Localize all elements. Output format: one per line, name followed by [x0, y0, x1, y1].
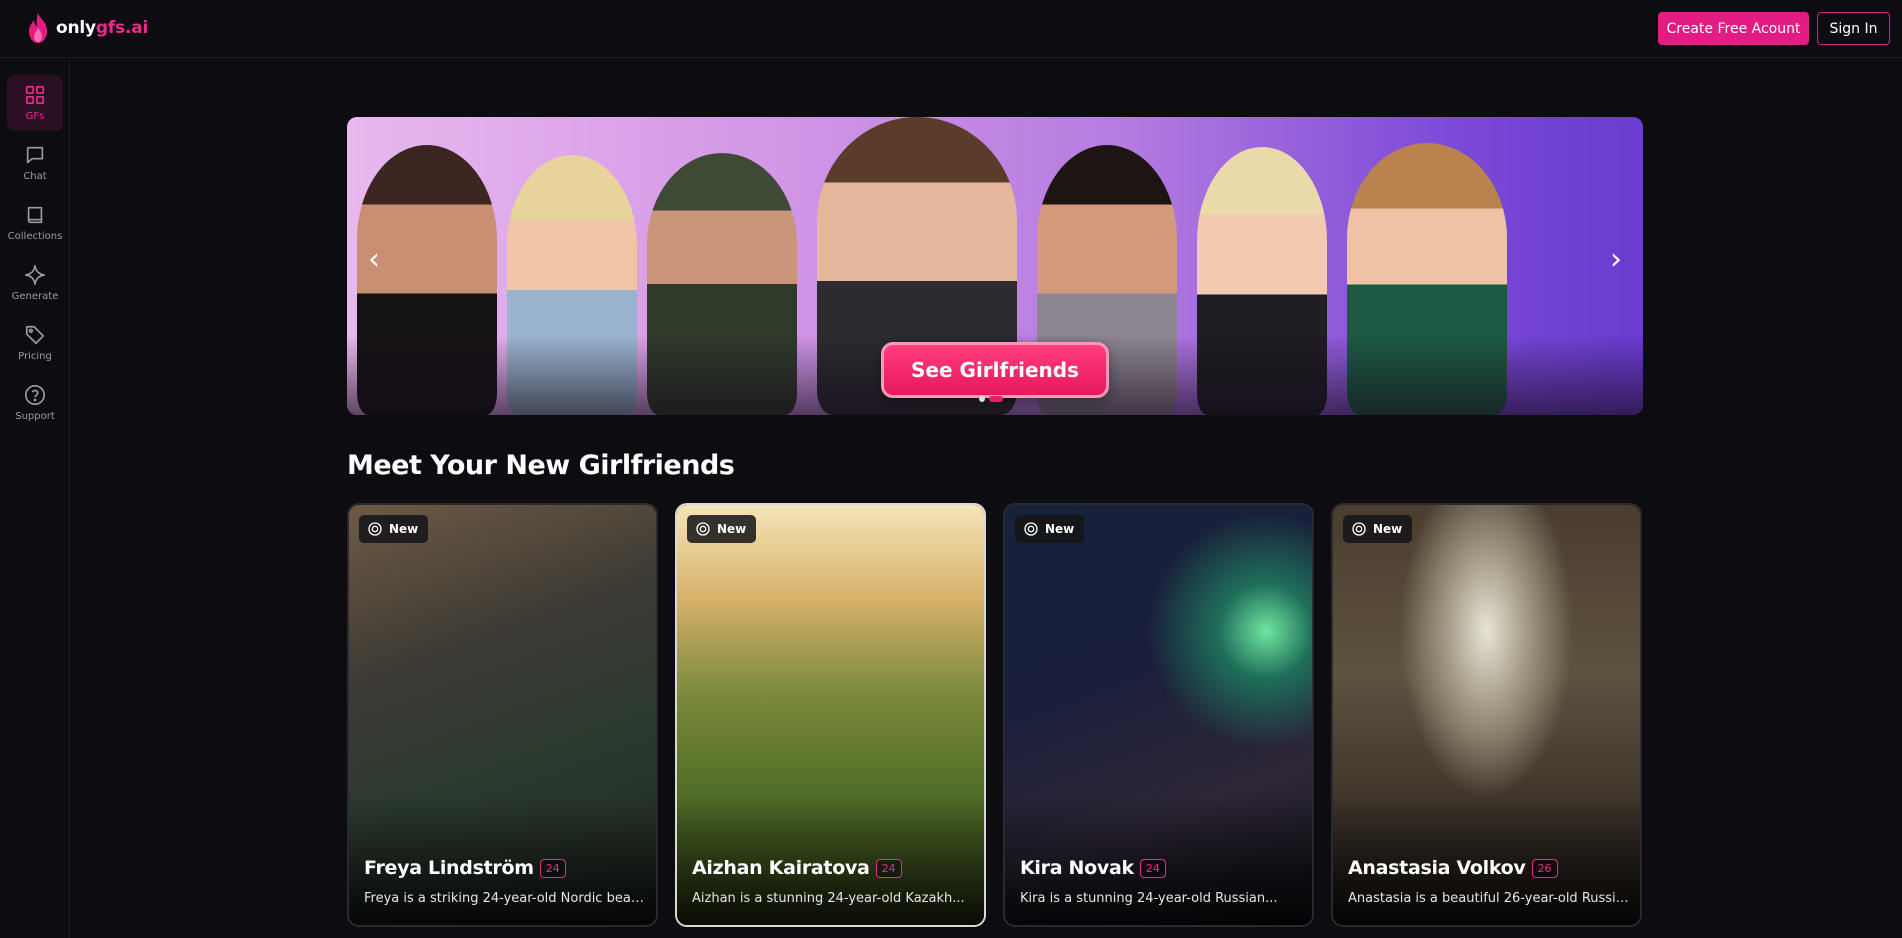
sidebar-item-label: Support [15, 411, 55, 422]
sidebar-item-label: Pricing [18, 351, 52, 362]
girlfriend-card[interactable]: New Aizhan Kairatova 24 Aizhan is a stun… [675, 503, 986, 927]
flame-icon [29, 13, 47, 43]
card-name-row: Aizhan Kairatova 24 [692, 857, 902, 879]
new-badge: New [687, 515, 757, 543]
girlfriend-card[interactable]: New Freya Lindström 24 Freya is a striki… [347, 503, 658, 927]
age-badge: 24 [875, 858, 902, 878]
card-description: Anastasia is a beautiful 26-year-old Rus… [1348, 891, 1633, 906]
help-circle-icon [25, 385, 45, 405]
section-title: Meet Your New Girlfriends [347, 450, 735, 481]
logo[interactable]: onlygfs.ai [26, 12, 148, 44]
age-badge: 24 [1139, 858, 1166, 878]
badge-icon [1024, 522, 1038, 536]
card-name-row: Anastasia Volkov 26 [1348, 857, 1558, 879]
grid-icon [25, 85, 45, 105]
sidebar-item-collections[interactable]: Collections [7, 195, 63, 251]
logo-text: onlygfs.ai [56, 18, 149, 38]
carousel-dot-active[interactable] [989, 396, 1003, 402]
card-name: Freya Lindström [364, 857, 534, 879]
girlfriend-card[interactable]: New Anastasia Volkov 26 Anastasia is a b… [1331, 503, 1642, 927]
card-description: Freya is a striking 24-year-old Nordic b… [364, 891, 649, 906]
card-name: Aizhan Kairatova [692, 857, 870, 879]
sidebar-item-support[interactable]: Support [7, 375, 63, 431]
sidebar-item-generate[interactable]: Generate [7, 255, 63, 311]
sidebar-item-gfs[interactable]: GFs [7, 75, 63, 131]
sidebar-item-chat[interactable]: Chat [7, 135, 63, 191]
card-name-row: Freya Lindström 24 [364, 857, 566, 879]
card-name-row: Kira Novak 24 [1020, 857, 1166, 879]
carousel-dots [979, 396, 1003, 402]
new-badge: New [1015, 515, 1085, 543]
sidebar-item-label: GFs [25, 111, 45, 122]
chevron-left-icon[interactable]: ‹ [359, 245, 389, 275]
sign-in-button[interactable]: Sign In [1817, 12, 1890, 45]
new-badge: New [359, 515, 429, 543]
badge-icon [696, 522, 710, 536]
hero-carousel[interactable]: ‹ › See Girlfriends [347, 117, 1643, 415]
sidebar-item-label: Collections [7, 231, 63, 242]
top-header: onlygfs.ai Create Free Acount Sign In [0, 0, 1902, 58]
new-badge: New [1343, 515, 1413, 543]
sidebar-item-label: Generate [11, 291, 59, 302]
card-name: Kira Novak [1020, 857, 1134, 879]
chevron-right-icon[interactable]: › [1601, 245, 1631, 275]
create-account-button[interactable]: Create Free Acount [1658, 12, 1809, 45]
tag-icon [25, 325, 45, 345]
badge-icon [1352, 522, 1366, 536]
girlfriend-card[interactable]: New Kira Novak 24 Kira is a stunning 24-… [1003, 503, 1314, 927]
card-name: Anastasia Volkov [1348, 857, 1526, 879]
age-badge: 24 [539, 858, 566, 878]
age-badge: 26 [1531, 858, 1558, 878]
sidebar-item-pricing[interactable]: Pricing [7, 315, 63, 371]
see-girlfriends-button[interactable]: See Girlfriends [881, 342, 1109, 398]
chat-icon [26, 146, 44, 164]
sidebar: GFs Chat Collections Generate Pricing Su… [0, 59, 70, 938]
sparkle-icon [25, 265, 45, 285]
carousel-dot[interactable] [979, 396, 985, 402]
badge-icon [368, 522, 382, 536]
card-description: Aizhan is a stunning 24-year-old Kazakh.… [692, 891, 965, 906]
sidebar-item-label: Chat [23, 171, 47, 182]
book-icon [27, 206, 43, 224]
card-description: Kira is a stunning 24-year-old Russian..… [1020, 891, 1278, 906]
